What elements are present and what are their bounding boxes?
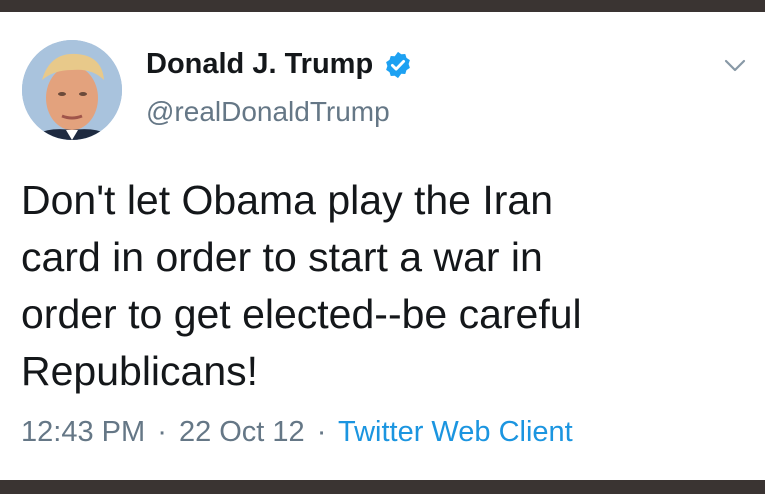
tweet-text-line: order to get elected--be careful <box>21 291 582 337</box>
meta-separator: · <box>157 416 167 448</box>
tweet-text-line: Don't let Obama play the Iran <box>21 177 553 223</box>
tweet-client-link[interactable]: Twitter Web Client <box>338 416 573 448</box>
author-name-text: Donald J. Trump <box>146 48 374 80</box>
tweet-meta: 12:43 PM · 22 Oct 12 · Twitter Web Clien… <box>21 416 573 449</box>
chevron-down-icon[interactable] <box>720 54 750 76</box>
author-name[interactable]: Donald J. Trump <box>146 48 413 81</box>
tweet-text: Don't let Obama play the Iran card in or… <box>21 172 741 400</box>
avatar-image <box>22 40 122 140</box>
verified-badge-icon <box>383 50 413 80</box>
tweet-card: Donald J. Trump @realDonaldTrump Don't l… <box>0 12 765 480</box>
avatar[interactable] <box>22 40 122 140</box>
tweet-text-line: Republicans! <box>21 348 259 394</box>
tweet-date[interactable]: 22 Oct 12 <box>179 416 305 448</box>
meta-separator: · <box>316 416 327 448</box>
tweet-text-line: card in order to start a war in <box>21 234 543 280</box>
tweet-time[interactable]: 12:43 PM <box>21 416 145 448</box>
author-handle[interactable]: @realDonaldTrump <box>146 96 390 128</box>
